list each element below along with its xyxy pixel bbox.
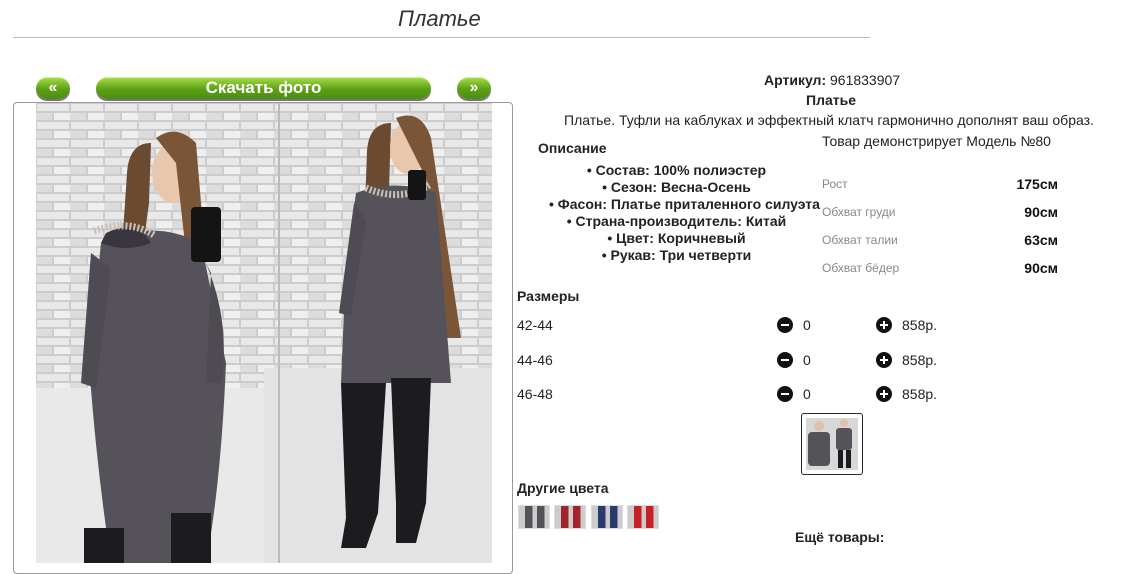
color-swatch-red[interactable] — [627, 505, 659, 529]
other-colors-heading: Другие цвета — [517, 480, 609, 496]
article: Артикул: 961833907 — [764, 72, 900, 88]
measurement-label: Обхват груди — [822, 205, 896, 219]
measurement-value: 90см — [1024, 204, 1058, 220]
quantity-value: 0 — [803, 352, 811, 368]
measurement-row: Обхват бёдер 90см — [822, 260, 1058, 276]
price: 858р. — [902, 386, 938, 402]
page-title: Платье — [398, 6, 481, 31]
size-row: 42-44 0 858р. — [517, 317, 947, 337]
spec-item: • Фасон: Платье приталенного силуэта — [549, 196, 820, 212]
model-caption: Товар демонстрирует Модель №80 — [822, 133, 1051, 149]
plus-icon[interactable] — [876, 317, 892, 333]
color-swatch-grey[interactable] — [518, 505, 550, 529]
color-swatch-burgundy[interactable] — [554, 505, 586, 529]
spec-item: • Страна-производитель: Китай — [566, 213, 787, 229]
size-row: 46-48 0 858р. — [517, 386, 947, 406]
product-tagline: Платье. Туфли на каблуках и эффектный кл… — [564, 112, 1094, 128]
measurement-label: Обхват бёдер — [822, 261, 900, 275]
article-label: Артикул: — [764, 72, 827, 88]
color-swatch-navy[interactable] — [591, 505, 623, 529]
measurement-row: Рост 175см — [822, 176, 1058, 192]
measurement-value: 63см — [1024, 232, 1058, 248]
price: 858р. — [902, 352, 938, 368]
spec-item: • Сезон: Весна-Осень — [602, 179, 751, 195]
next-photo-button[interactable]: » — [457, 77, 491, 99]
spec-item: • Цвет: Коричневый — [607, 230, 746, 246]
article-value: 961833907 — [830, 72, 901, 88]
measurement-label: Рост — [822, 177, 848, 191]
minus-icon[interactable] — [777, 352, 793, 368]
size-label: 42-44 — [517, 317, 553, 333]
quantity-value: 0 — [803, 317, 811, 333]
description-heading: Описание — [538, 140, 607, 156]
product-name: Платье — [806, 92, 856, 108]
size-label: 46-48 — [517, 386, 553, 402]
more-products-heading: Ещё товары: — [795, 529, 885, 545]
minus-icon[interactable] — [777, 317, 793, 333]
plus-icon[interactable] — [876, 352, 892, 368]
size-row: 44-46 0 858р. — [517, 352, 947, 372]
plus-icon[interactable] — [876, 386, 892, 402]
spec-item: • Рукав: Три четверти — [601, 247, 752, 263]
photo-thumbnail[interactable] — [801, 413, 863, 475]
product-photo[interactable] — [36, 103, 492, 563]
spec-item: • Состав: 100% полиэстер — [586, 162, 767, 178]
specs-list: • Состав: 100% полиэстер • Сезон: Весна-… — [549, 162, 820, 264]
download-photo-button[interactable]: Скачать фото — [96, 77, 431, 99]
measurement-value: 90см — [1024, 260, 1058, 276]
prev-photo-button[interactable]: « — [36, 77, 70, 99]
measurement-label: Обхват талии — [822, 233, 898, 247]
measurement-row: Обхват груди 90см — [822, 204, 1058, 220]
size-label: 44-46 — [517, 352, 553, 368]
measurement-row: Обхват талии 63см — [822, 232, 1058, 248]
title-divider — [13, 37, 870, 38]
measurement-value: 175см — [1016, 176, 1058, 192]
minus-icon[interactable] — [777, 386, 793, 402]
sizes-heading: Размеры — [517, 288, 580, 304]
quantity-value: 0 — [803, 386, 811, 402]
price: 858р. — [902, 317, 938, 333]
